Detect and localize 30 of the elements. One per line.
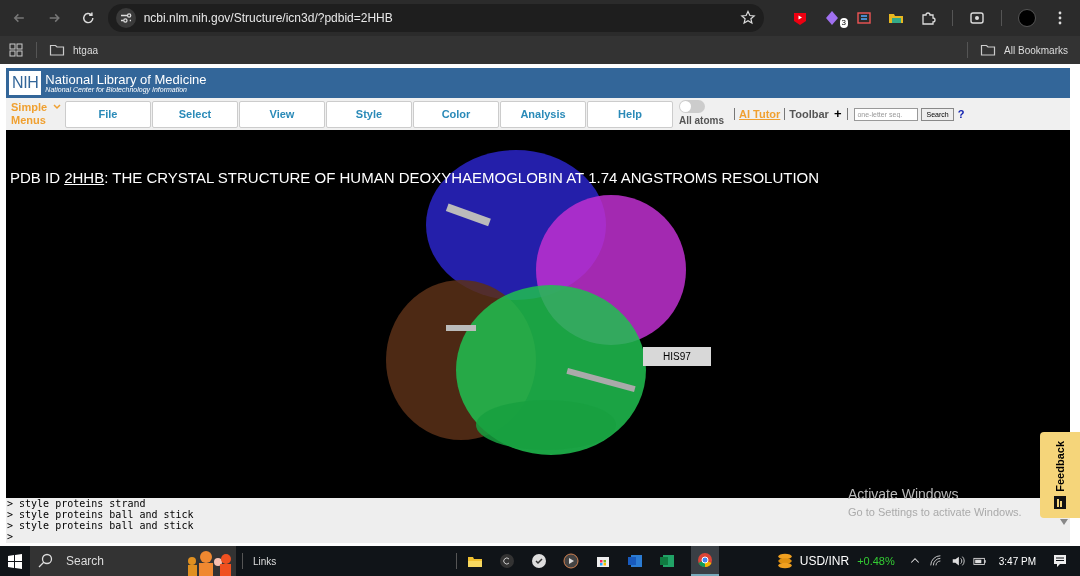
watermark-text: Go to Settings to activate Windows. xyxy=(848,505,1022,519)
toolbar-label: Toolbar xyxy=(789,106,829,122)
header-title: National Library of Medicine xyxy=(45,73,207,86)
menu-button[interactable]: Style xyxy=(326,100,412,128)
taskbar-search-field[interactable]: Search xyxy=(30,546,236,576)
toolbar-expand-button[interactable]: + xyxy=(833,104,842,124)
url-text: ncbi.nlm.nih.gov/Structure/icn3d/?pdbid=2HHB xyxy=(143,10,394,27)
help-link[interactable]: ? xyxy=(957,105,965,123)
console-line: > style proteins ball and stick xyxy=(7,520,194,531)
menu-button[interactable]: File xyxy=(65,100,151,128)
residue-label: HIS97 xyxy=(643,347,711,366)
nih-logo[interactable]: NIH xyxy=(9,71,42,95)
console-prompt: > xyxy=(7,531,14,542)
feedback-tab[interactable]: Feedback xyxy=(1040,432,1080,518)
menu-button[interactable]: Help xyxy=(587,100,673,128)
menu-button[interactable]: Analysis xyxy=(500,100,586,128)
menu-button[interactable]: View xyxy=(239,100,325,128)
all-bookmarks[interactable]: All Bookmarks xyxy=(980,42,1072,58)
bookmark-folder[interactable]: htgaa xyxy=(49,42,99,58)
currency-change: +0.48% xyxy=(857,553,895,569)
menu-button[interactable]: Color xyxy=(413,100,499,128)
console-line: > style proteins ball and stick xyxy=(7,509,194,520)
address-bar[interactable]: ncbi.nlm.nih.gov/Structure/icn3d/?pdbid=2HHB xyxy=(107,4,764,32)
console-line: > style proteins strand xyxy=(7,498,146,509)
toggle-label: All atoms xyxy=(679,114,724,128)
extension-badge: 3 xyxy=(839,18,848,28)
currency-ticker[interactable]: USD/INR xyxy=(799,552,850,570)
menu-button[interactable]: Select xyxy=(152,100,238,128)
links-toolbar-label[interactable]: Links xyxy=(253,553,277,569)
clock[interactable]: 3:47 PM xyxy=(998,553,1036,569)
